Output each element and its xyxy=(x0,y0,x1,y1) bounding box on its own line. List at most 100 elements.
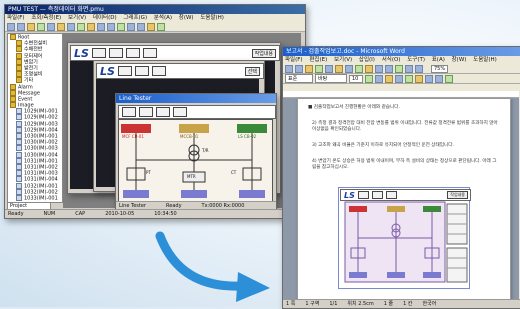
meter-box-center[interactable] xyxy=(181,190,207,198)
graph-icon[interactable] xyxy=(151,66,166,76)
menu-item[interactable]: 데이터(D) xyxy=(93,15,117,21)
font-color-icon[interactable] xyxy=(445,74,453,83)
device-icon[interactable] xyxy=(122,107,136,117)
preview-icon[interactable] xyxy=(325,64,333,73)
cut-icon[interactable] xyxy=(345,64,353,73)
graph-icon[interactable] xyxy=(107,22,115,31)
file-icon xyxy=(16,133,22,139)
horizontal-ruler[interactable] xyxy=(283,91,519,98)
paragraph: 3) 고조파 왜곡 비율은 기준치 이하로 유지되어 안정적인 운전 상태입니다… xyxy=(312,143,454,148)
columns-icon[interactable] xyxy=(405,64,413,73)
save-icon[interactable] xyxy=(305,64,313,73)
menu-item[interactable]: 창(W) xyxy=(179,15,194,21)
menu-item[interactable]: 그래프(G) xyxy=(123,15,147,21)
monitor-icon[interactable] xyxy=(139,107,153,117)
line-tester-window: Line Tester MCF CB-01 MCCB-01 LS CB-02 T… xyxy=(115,93,277,211)
align-left-icon[interactable] xyxy=(395,74,403,83)
italic-icon[interactable] xyxy=(375,74,383,83)
style-select[interactable]: 표준 xyxy=(285,74,313,83)
help-icon[interactable] xyxy=(147,22,155,31)
bullets-icon[interactable] xyxy=(435,74,443,83)
menu-item[interactable]: 표(A) xyxy=(432,57,445,63)
open-icon[interactable] xyxy=(17,22,25,31)
graph-icon xyxy=(385,191,397,199)
file-icon xyxy=(16,126,22,133)
window-icon[interactable] xyxy=(157,22,165,31)
settings-icon[interactable] xyxy=(137,22,145,31)
open-icon[interactable] xyxy=(295,64,303,73)
menu-item[interactable]: 파일(F) xyxy=(285,57,303,63)
meter-box-left[interactable] xyxy=(123,190,149,198)
device-icon[interactable] xyxy=(91,48,106,58)
zoom-icon[interactable] xyxy=(97,22,105,31)
new-icon[interactable] xyxy=(285,64,293,73)
folder-icon xyxy=(10,83,16,90)
zoom-select[interactable]: 75% xyxy=(431,64,449,73)
file-icon xyxy=(16,157,22,164)
meter-box-right[interactable] xyxy=(239,190,265,198)
main-window-title: PMU TEST — 측정데이터 화면.pmu xyxy=(5,5,305,14)
size-select[interactable]: 10 xyxy=(349,74,363,83)
spell-icon[interactable] xyxy=(335,64,343,73)
print-icon[interactable] xyxy=(315,64,323,73)
menu-item[interactable]: 도구(T) xyxy=(407,57,425,63)
diagram-label: T/R xyxy=(202,148,209,153)
word-menu-bar: 파일(F) 편집(E) 보기(V) 삽입(I) 서식(O) 도구(T) 표(A)… xyxy=(283,56,520,64)
ls-logo: LS xyxy=(100,64,115,78)
graph-icon[interactable] xyxy=(156,107,170,117)
line-tester-title: Line Tester xyxy=(116,94,276,103)
table-icon[interactable] xyxy=(127,22,135,31)
chart-icon[interactable] xyxy=(117,22,125,31)
copy-icon[interactable] xyxy=(355,64,363,73)
embedded-figure[interactable]: LS 작업내용 xyxy=(338,187,471,289)
menu-item[interactable]: 분석(A) xyxy=(154,15,172,21)
breaker-box-right[interactable] xyxy=(237,124,267,133)
alarm-icon[interactable] xyxy=(173,107,187,117)
document-page[interactable]: ■ 검출작업보고서 진행현황은 아래와 같습니다. 2) 측정 결과 정격전압 … xyxy=(297,98,511,301)
word-window-title: 보고서 - 검출작업보고.doc - Microsoft Word xyxy=(283,47,520,56)
menu-item[interactable]: 서식(O) xyxy=(382,57,401,63)
monitor-icon[interactable] xyxy=(108,48,123,58)
menu-item[interactable]: 삽입(I) xyxy=(359,57,375,63)
new-icon[interactable] xyxy=(7,22,15,31)
folder-icon xyxy=(10,89,16,96)
print-icon[interactable] xyxy=(37,22,45,31)
align-center-icon[interactable] xyxy=(405,74,413,83)
numbering-icon[interactable] xyxy=(425,74,433,83)
menu-item[interactable]: 보기(V) xyxy=(334,57,352,63)
monitor-icon[interactable] xyxy=(134,66,149,76)
redo-icon[interactable] xyxy=(87,22,95,31)
file-icon xyxy=(16,170,22,177)
copy-icon[interactable] xyxy=(57,22,65,31)
arrow-head-icon xyxy=(236,272,270,302)
paste-icon[interactable] xyxy=(67,22,75,31)
task-button[interactable]: 작업내용 xyxy=(251,48,276,58)
underline-icon[interactable] xyxy=(385,74,393,83)
undo-icon[interactable] xyxy=(375,64,383,73)
table-icon[interactable] xyxy=(395,64,403,73)
menu-item[interactable]: 도움말(H) xyxy=(473,57,497,63)
drawing-icon[interactable] xyxy=(415,64,423,73)
menu-item[interactable]: 창(W) xyxy=(452,57,467,63)
ls-toolbar: LS 선택 xyxy=(96,63,264,79)
menu-item[interactable]: 보기(V) xyxy=(68,15,86,21)
redo-icon[interactable] xyxy=(385,64,393,73)
save-icon[interactable] xyxy=(27,22,35,31)
undo-icon[interactable] xyxy=(77,22,85,31)
align-right-icon[interactable] xyxy=(415,74,423,83)
cut-icon[interactable] xyxy=(47,22,55,31)
menu-item[interactable]: 편집(E) xyxy=(309,57,327,63)
alarm-icon[interactable] xyxy=(142,48,157,58)
bold-icon[interactable] xyxy=(365,74,373,83)
menu-item[interactable]: 파일(F) xyxy=(7,15,25,21)
tree-item[interactable]: 1033(IM)-001 xyxy=(8,194,62,201)
breaker-box-center[interactable] xyxy=(179,124,209,133)
menu-item[interactable]: 조회/측정(E) xyxy=(31,15,61,21)
font-select[interactable]: 바탕 xyxy=(315,74,347,83)
paste-icon[interactable] xyxy=(365,64,373,73)
menu-item[interactable]: 도움말(H) xyxy=(200,15,224,21)
select-button[interactable]: 선택 xyxy=(244,66,260,76)
graph-icon[interactable] xyxy=(125,48,140,58)
breaker-box-left[interactable] xyxy=(121,124,151,133)
device-icon[interactable] xyxy=(117,66,132,76)
